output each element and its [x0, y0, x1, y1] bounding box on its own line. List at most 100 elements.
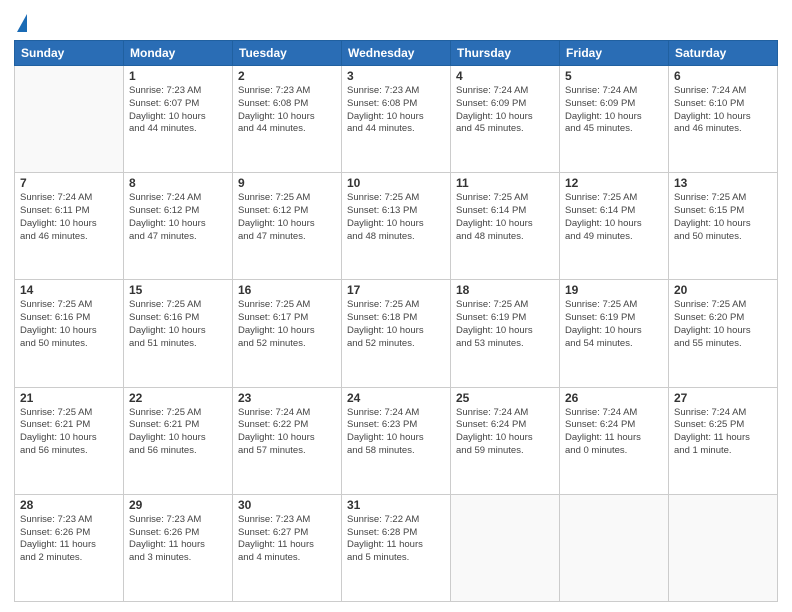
calendar-cell: 27 Sunrise: 7:24 AMSunset: 6:25 PMDayligh…	[669, 387, 778, 494]
calendar-cell: 9 Sunrise: 7:25 AMSunset: 6:12 PMDaylight…	[233, 173, 342, 280]
day-number: 31	[347, 498, 445, 512]
logo-triangle-icon	[17, 14, 27, 32]
calendar-day-header: Sunday	[15, 41, 124, 66]
day-info: Sunrise: 7:25 AMSunset: 6:20 PMDaylight:…	[674, 299, 772, 350]
day-info: Sunrise: 7:25 AMSunset: 6:14 PMDaylight:…	[565, 192, 663, 243]
day-info: Sunrise: 7:23 AMSunset: 6:26 PMDaylight:…	[129, 514, 227, 565]
day-number: 21	[20, 391, 118, 405]
day-info: Sunrise: 7:25 AMSunset: 6:21 PMDaylight:…	[20, 407, 118, 458]
day-info: Sunrise: 7:25 AMSunset: 6:19 PMDaylight:…	[565, 299, 663, 350]
day-number: 12	[565, 176, 663, 190]
calendar-table: SundayMondayTuesdayWednesdayThursdayFrid…	[14, 40, 778, 602]
day-info: Sunrise: 7:23 AMSunset: 6:27 PMDaylight:…	[238, 514, 336, 565]
calendar-week-row: 21 Sunrise: 7:25 AMSunset: 6:21 PMDayligh…	[15, 387, 778, 494]
calendar-cell: 23 Sunrise: 7:24 AMSunset: 6:22 PMDayligh…	[233, 387, 342, 494]
day-info: Sunrise: 7:24 AMSunset: 6:12 PMDaylight:…	[129, 192, 227, 243]
day-number: 28	[20, 498, 118, 512]
calendar-cell: 2Sunrise: 7:23 AMSunset: 6:08 PMDaylight…	[233, 66, 342, 173]
calendar-cell: 24 Sunrise: 7:24 AMSunset: 6:23 PMDayligh…	[342, 387, 451, 494]
calendar-cell: 10 Sunrise: 7:25 AMSunset: 6:13 PMDayligh…	[342, 173, 451, 280]
day-number: 3	[347, 69, 445, 83]
calendar-cell: 12 Sunrise: 7:25 AMSunset: 6:14 PMDayligh…	[560, 173, 669, 280]
day-number: 30	[238, 498, 336, 512]
day-info: Sunrise: 7:25 AMSunset: 6:14 PMDaylight:…	[456, 192, 554, 243]
day-info: Sunrise: 7:25 AMSunset: 6:16 PMDaylight:…	[129, 299, 227, 350]
day-info: Sunrise: 7:22 AMSunset: 6:28 PMDaylight:…	[347, 514, 445, 565]
day-number: 10	[347, 176, 445, 190]
day-number: 26	[565, 391, 663, 405]
day-info: Sunrise: 7:24 AMSunset: 6:24 PMDaylight:…	[456, 407, 554, 458]
calendar-cell: 7 Sunrise: 7:24 AMSunset: 6:11 PMDaylight…	[15, 173, 124, 280]
calendar-cell: 18 Sunrise: 7:25 AMSunset: 6:19 PMDayligh…	[451, 280, 560, 387]
day-number: 13	[674, 176, 772, 190]
day-number: 16	[238, 283, 336, 297]
calendar-cell: 21 Sunrise: 7:25 AMSunset: 6:21 PMDayligh…	[15, 387, 124, 494]
day-info: Sunrise: 7:24 AMSunset: 6:25 PMDaylight:…	[674, 407, 772, 458]
day-number: 6	[674, 69, 772, 83]
calendar-cell	[669, 494, 778, 601]
day-number: 23	[238, 391, 336, 405]
day-info: Sunrise: 7:24 AMSunset: 6:09 PMDaylight:…	[456, 85, 554, 136]
calendar-cell: 1 Sunrise: 7:23 AMSunset: 6:07 PMDaylight…	[124, 66, 233, 173]
calendar-day-header: Saturday	[669, 41, 778, 66]
calendar-header-row: SundayMondayTuesdayWednesdayThursdayFrid…	[15, 41, 778, 66]
calendar-cell: 8 Sunrise: 7:24 AMSunset: 6:12 PMDaylight…	[124, 173, 233, 280]
day-info: Sunrise: 7:23 AMSunset: 6:26 PMDaylight:…	[20, 514, 118, 565]
day-info: Sunrise: 7:23 AMSunset: 6:07 PMDaylight:…	[129, 85, 227, 136]
day-info: Sunrise: 7:25 AMSunset: 6:18 PMDaylight:…	[347, 299, 445, 350]
calendar-week-row: 1 Sunrise: 7:23 AMSunset: 6:07 PMDaylight…	[15, 66, 778, 173]
day-info: Sunrise: 7:24 AMSunset: 6:10 PMDaylight:…	[674, 85, 772, 136]
calendar-cell: 14 Sunrise: 7:25 AMSunset: 6:16 PMDayligh…	[15, 280, 124, 387]
day-info: Sunrise: 7:24 AMSunset: 6:11 PMDaylight:…	[20, 192, 118, 243]
day-number: 29	[129, 498, 227, 512]
day-number: 9	[238, 176, 336, 190]
day-number: 15	[129, 283, 227, 297]
day-number: 18	[456, 283, 554, 297]
day-number: 7	[20, 176, 118, 190]
page: SundayMondayTuesdayWednesdayThursdayFrid…	[0, 0, 792, 612]
header	[14, 10, 778, 34]
calendar-week-row: 28 Sunrise: 7:23 AMSunset: 6:26 PMDayligh…	[15, 494, 778, 601]
calendar-cell: 6 Sunrise: 7:24 AMSunset: 6:10 PMDaylight…	[669, 66, 778, 173]
day-info: Sunrise: 7:25 AMSunset: 6:13 PMDaylight:…	[347, 192, 445, 243]
day-number: 22	[129, 391, 227, 405]
calendar-cell: 29 Sunrise: 7:23 AMSunset: 6:26 PMDayligh…	[124, 494, 233, 601]
day-info: Sunrise: 7:24 AMSunset: 6:23 PMDaylight:…	[347, 407, 445, 458]
calendar-cell: 28 Sunrise: 7:23 AMSunset: 6:26 PMDayligh…	[15, 494, 124, 601]
day-number: 20	[674, 283, 772, 297]
calendar-cell: 15 Sunrise: 7:25 AMSunset: 6:16 PMDayligh…	[124, 280, 233, 387]
calendar-cell: 25 Sunrise: 7:24 AMSunset: 6:24 PMDayligh…	[451, 387, 560, 494]
calendar-day-header: Friday	[560, 41, 669, 66]
day-number: 5	[565, 69, 663, 83]
day-info: Sunrise: 7:24 AMSunset: 6:24 PMDaylight:…	[565, 407, 663, 458]
day-info: Sunrise: 7:25 AMSunset: 6:17 PMDaylight:…	[238, 299, 336, 350]
day-number: 14	[20, 283, 118, 297]
calendar-week-row: 14 Sunrise: 7:25 AMSunset: 6:16 PMDayligh…	[15, 280, 778, 387]
day-number: 19	[565, 283, 663, 297]
day-info: Sunrise: 7:25 AMSunset: 6:12 PMDaylight:…	[238, 192, 336, 243]
calendar-cell: 30 Sunrise: 7:23 AMSunset: 6:27 PMDayligh…	[233, 494, 342, 601]
calendar-cell: 22 Sunrise: 7:25 AMSunset: 6:21 PMDayligh…	[124, 387, 233, 494]
calendar-day-header: Thursday	[451, 41, 560, 66]
day-number: 17	[347, 283, 445, 297]
calendar-cell	[560, 494, 669, 601]
day-info: Sunrise: 7:24 AMSunset: 6:09 PMDaylight:…	[565, 85, 663, 136]
day-info: Sunrise: 7:23 AMSunset: 6:08 PMDaylight:…	[347, 85, 445, 136]
day-number: 27	[674, 391, 772, 405]
logo	[14, 14, 27, 34]
day-number: 8	[129, 176, 227, 190]
day-number: 24	[347, 391, 445, 405]
day-info: Sunrise: 7:25 AMSunset: 6:16 PMDaylight:…	[20, 299, 118, 350]
day-number: 25	[456, 391, 554, 405]
day-info: Sunrise: 7:25 AMSunset: 6:19 PMDaylight:…	[456, 299, 554, 350]
calendar-cell: 5 Sunrise: 7:24 AMSunset: 6:09 PMDaylight…	[560, 66, 669, 173]
calendar-cell	[451, 494, 560, 601]
calendar-cell: 13Sunrise: 7:25 AMSunset: 6:15 PMDayligh…	[669, 173, 778, 280]
calendar-week-row: 7 Sunrise: 7:24 AMSunset: 6:11 PMDaylight…	[15, 173, 778, 280]
calendar-day-header: Wednesday	[342, 41, 451, 66]
day-info: Sunrise: 7:24 AMSunset: 6:22 PMDaylight:…	[238, 407, 336, 458]
day-info: Sunrise: 7:25 AMSunset: 6:21 PMDaylight:…	[129, 407, 227, 458]
day-number: 1	[129, 69, 227, 83]
calendar-cell: 31 Sunrise: 7:22 AMSunset: 6:28 PMDayligh…	[342, 494, 451, 601]
day-number: 4	[456, 69, 554, 83]
